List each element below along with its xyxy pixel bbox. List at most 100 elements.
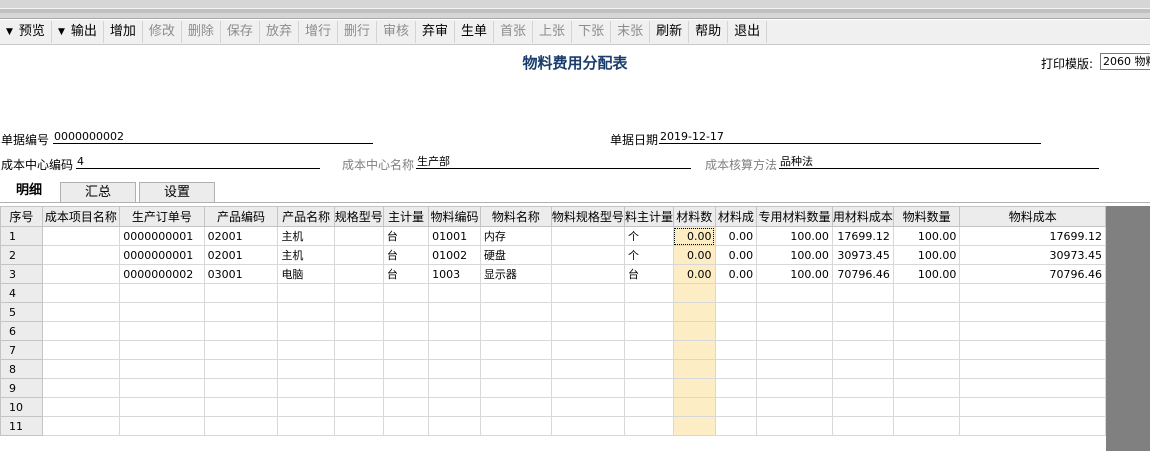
table-cell[interactable] (831, 321, 894, 341)
table-cell[interactable] (623, 302, 674, 322)
column-header[interactable]: 物料编码 (428, 206, 481, 227)
tab-detail[interactable]: 明细 (0, 180, 58, 202)
cost-center-code-input[interactable]: 4 (76, 154, 320, 169)
dropdown-arrow-icon[interactable]: ▼ (6, 21, 13, 43)
table-cell[interactable] (203, 378, 279, 398)
table-cell[interactable] (479, 340, 552, 360)
toolbar-button-7[interactable]: 增行 (299, 21, 338, 43)
toolbar-button-16[interactable]: 刷新 (650, 21, 690, 43)
table-cell[interactable] (623, 416, 674, 436)
toolbar-button-0[interactable]: ▼ 预览 (0, 21, 52, 43)
table-cell[interactable] (714, 321, 758, 341)
toolbar-button-10[interactable]: 弃审 (416, 21, 456, 43)
cost-center-name-input[interactable]: 生产部 (416, 154, 691, 169)
table-cell[interactable] (959, 397, 1106, 417)
table-cell[interactable] (203, 321, 279, 341)
table-cell[interactable] (892, 397, 961, 417)
table-cell[interactable] (333, 245, 384, 265)
table-cell[interactable] (550, 359, 625, 379)
table-cell[interactable] (959, 359, 1106, 379)
table-cell[interactable]: 1003 (428, 264, 481, 284)
tab-settings[interactable]: 设置 (139, 182, 215, 202)
table-cell[interactable]: 主机 (277, 226, 335, 246)
table-cell[interactable]: 100.00 (892, 245, 961, 265)
table-cell[interactable]: 台 (382, 264, 430, 284)
table-cell[interactable] (382, 340, 430, 360)
table-cell[interactable]: 台 (382, 245, 430, 265)
table-cell[interactable] (756, 359, 833, 379)
toolbar-button-12[interactable]: 首张 (494, 21, 534, 43)
table-cell[interactable] (479, 283, 552, 303)
table-cell[interactable]: 0000000001 (119, 245, 205, 265)
table-cell[interactable] (428, 302, 481, 322)
table-cell[interactable] (550, 416, 625, 436)
table-cell[interactable] (382, 283, 430, 303)
table-cell[interactable] (714, 283, 758, 303)
table-cell[interactable] (479, 397, 552, 417)
table-row[interactable]: 1 0000000001 02001 主机台 01001 内存个 0.00 0.00 100.0… (0, 226, 1106, 246)
table-cell[interactable]: 70796.46 (959, 264, 1106, 284)
column-header[interactable]: 物料名称 (479, 206, 552, 227)
table-row[interactable]: 7 (0, 340, 1106, 360)
column-header[interactable]: 产品编码 (203, 206, 279, 227)
table-cell[interactable]: 内存 (479, 226, 552, 246)
table-cell[interactable] (756, 378, 833, 398)
toolbar-button-8[interactable]: 删行 (338, 21, 377, 43)
table-cell[interactable] (959, 283, 1106, 303)
table-cell[interactable] (203, 340, 279, 360)
table-cell[interactable] (756, 321, 833, 341)
table-cell[interactable] (892, 302, 961, 322)
table-cell[interactable] (277, 378, 335, 398)
table-cell[interactable]: 100.00 (892, 264, 961, 284)
cost-method-input[interactable]: 品种法 (779, 154, 1099, 169)
table-cell[interactable] (203, 397, 279, 417)
table-cell[interactable]: 台 (623, 264, 674, 284)
table-cell[interactable] (428, 416, 481, 436)
table-cell[interactable] (479, 416, 552, 436)
table-cell[interactable]: 硬盘 (479, 245, 552, 265)
table-cell[interactable] (550, 340, 625, 360)
table-cell[interactable]: 70796.46 (831, 264, 894, 284)
table-cell[interactable] (714, 378, 758, 398)
table-cell[interactable] (382, 321, 430, 341)
table-cell[interactable] (277, 302, 335, 322)
table-cell[interactable] (756, 283, 833, 303)
table-cell[interactable] (623, 378, 674, 398)
table-cell[interactable] (41, 302, 121, 322)
table-cell[interactable]: 01001 (428, 226, 481, 246)
table-row[interactable]: 3 0000000002 03001 电脑台 1003 显示器台 0.00 0.00 100.0… (0, 264, 1106, 284)
table-cell[interactable] (428, 378, 481, 398)
table-cell[interactable]: 0000000001 (119, 226, 205, 246)
column-header[interactable]: 规格型号 (333, 206, 384, 227)
table-cell[interactable] (277, 340, 335, 360)
table-cell[interactable] (333, 302, 384, 322)
table-cell[interactable] (333, 397, 384, 417)
table-cell[interactable] (756, 302, 833, 322)
table-row[interactable]: 6 (0, 321, 1106, 341)
toolbar-button-6[interactable]: 放弃 (260, 21, 299, 43)
toolbar-button-18[interactable]: 退出 (728, 21, 768, 43)
table-cell[interactable] (203, 359, 279, 379)
table-cell[interactable] (428, 283, 481, 303)
table-cell[interactable] (959, 378, 1106, 398)
table-row[interactable]: 2 0000000001 02001 主机台 01002 硬盘个 0.00 0.00 100.0… (0, 245, 1106, 265)
toolbar-button-11[interactable]: 生单 (455, 21, 495, 43)
toolbar-button-5[interactable]: 保存 (221, 21, 260, 43)
table-cell[interactable] (277, 416, 335, 436)
table-cell[interactable] (892, 321, 961, 341)
table-cell[interactable] (41, 378, 121, 398)
table-cell[interactable] (41, 359, 121, 379)
toolbar-button-2[interactable]: 增加 (104, 21, 143, 43)
table-cell[interactable] (119, 340, 205, 360)
table-cell[interactable]: 台 (382, 226, 430, 246)
table-cell[interactable] (277, 397, 335, 417)
table-cell[interactable] (672, 340, 716, 360)
table-cell[interactable] (550, 302, 625, 322)
table-cell[interactable] (831, 378, 894, 398)
toolbar-button-3[interactable]: 修改 (143, 21, 182, 43)
toolbar-button-9[interactable]: 审核 (377, 21, 416, 43)
table-cell[interactable] (333, 283, 384, 303)
toolbar-button-15[interactable]: 末张 (611, 21, 651, 43)
table-cell[interactable] (959, 340, 1106, 360)
print-template-select[interactable]: 2060 物料 (1100, 53, 1150, 70)
